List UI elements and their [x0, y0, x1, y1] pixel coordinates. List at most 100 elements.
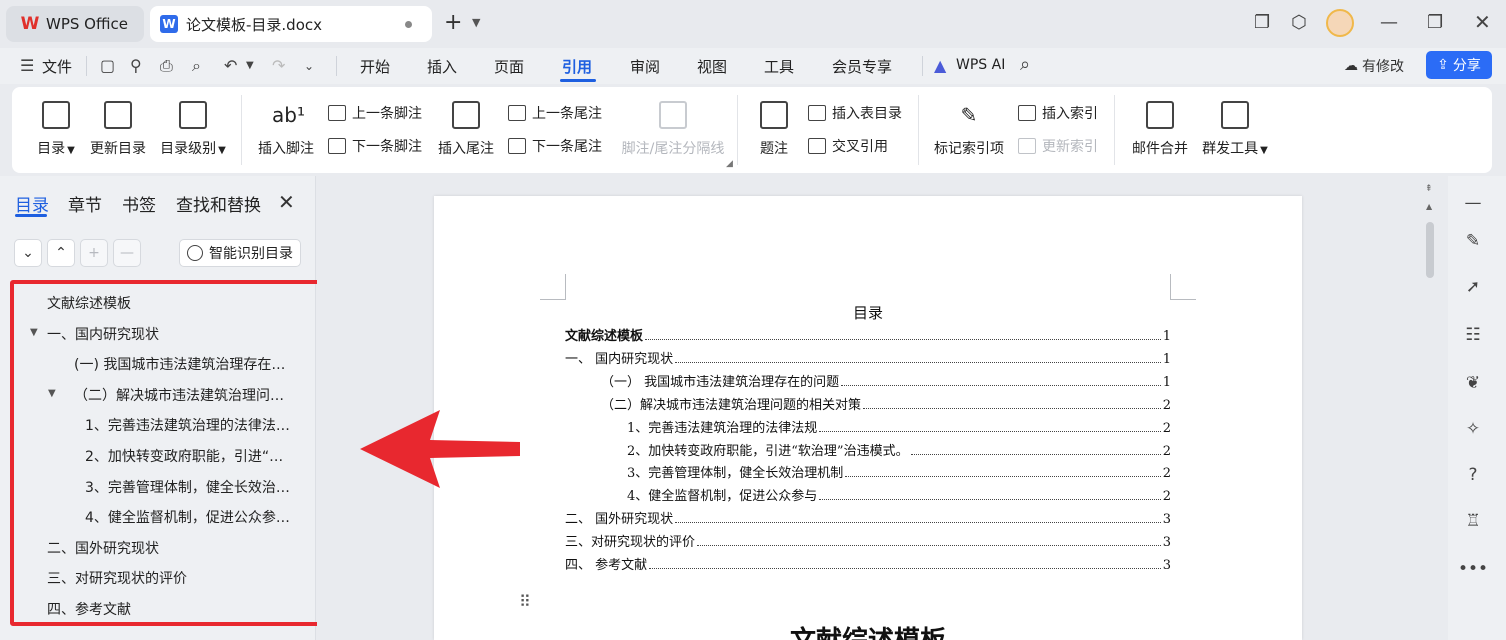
restore-icon[interactable]: ❐: [1427, 12, 1443, 33]
scroll-top-icon[interactable]: ⇞: [1425, 184, 1433, 194]
print-icon[interactable]: ⎙: [160, 56, 173, 76]
menu-file[interactable]: 文件: [42, 56, 72, 77]
outline-item[interactable]: 二、国外研究现状: [47, 538, 297, 558]
expand-chevron-up-icon[interactable]: ⌃: [47, 239, 75, 267]
magic-tools-icon[interactable]: ✧: [1462, 418, 1484, 440]
redo-icon[interactable]: ↷: [272, 56, 285, 75]
outline-item[interactable]: 文献综述模板: [47, 293, 297, 313]
outline-item[interactable]: 3、完善管理体制，健全长效治…: [85, 477, 296, 497]
toc-entry[interactable]: 文献综述模板 1: [565, 324, 1171, 344]
insert-index-button[interactable]: 插入索引: [1018, 102, 1098, 124]
next-footnote-button[interactable]: 下一条脚注: [328, 135, 422, 157]
tab-references[interactable]: 引用: [562, 56, 592, 77]
add-heading-plus-icon[interactable]: +: [80, 239, 108, 267]
close-window-icon[interactable]: ✕: [1474, 10, 1491, 34]
window-layout-icon[interactable]: ❐: [1254, 12, 1270, 33]
vertical-scrollbar[interactable]: ⇞ ▲: [1424, 182, 1436, 640]
toc-entry[interactable]: 一、 国内研究现状 1: [565, 347, 1171, 367]
more-icon[interactable]: •••: [1458, 558, 1488, 580]
toc-entry[interactable]: 1、完善违法建筑治理的法律法规 2: [565, 416, 1171, 436]
tab-insert[interactable]: 插入: [427, 56, 457, 77]
avatar[interactable]: [1326, 9, 1354, 37]
tab-tools[interactable]: 工具: [764, 56, 794, 77]
pen-icon[interactable]: ✎: [1462, 230, 1484, 252]
update-toc-button[interactable]: 更新目录: [88, 87, 148, 173]
outline-item[interactable]: 1、完善违法建筑治理的法律法…: [85, 415, 296, 435]
toc-entry[interactable]: 4、健全监督机制，促进公众参与 2: [565, 484, 1171, 504]
tab-view[interactable]: 视图: [697, 56, 727, 77]
prev-footnote-button[interactable]: 上一条脚注: [328, 102, 422, 124]
toc-entry[interactable]: 二、 国外研究现状 3: [565, 507, 1171, 527]
outline-item[interactable]: 三、对研究现状的评价: [47, 568, 297, 588]
outline-item[interactable]: 一、国内研究现状: [47, 324, 297, 344]
scroll-up-arrow-icon[interactable]: ▲: [1426, 202, 1432, 211]
pointer-select-icon[interactable]: ➚: [1462, 276, 1484, 298]
expand-triangle-icon[interactable]: ▼: [48, 388, 56, 399]
toc-entry[interactable]: 四、 参考文献 3: [565, 553, 1171, 573]
tab-page[interactable]: 页面: [494, 56, 524, 77]
update-index-button[interactable]: 更新索引: [1018, 135, 1098, 157]
hamburger-menu-icon[interactable]: ☰: [20, 56, 34, 75]
outline-item[interactable]: (一) 我国城市违法建筑治理存在…: [74, 354, 296, 374]
tab-home[interactable]: 开始: [360, 56, 390, 77]
tab-member[interactable]: 会员专享: [832, 56, 892, 77]
unsaved-dot-icon[interactable]: [405, 21, 412, 28]
wps-ai-button[interactable]: WPS AI: [956, 57, 1005, 73]
remove-heading-minus-icon[interactable]: —: [113, 239, 141, 267]
nav-tab-sections[interactable]: 章节: [68, 191, 102, 216]
insert-endnote-button[interactable]: 插入尾注: [436, 87, 496, 173]
toc-entry[interactable]: （一） 我国城市违法建筑治理存在的问题 1: [565, 370, 1171, 390]
wps-ai-icon[interactable]: ▲: [934, 56, 946, 75]
expand-triangle-icon[interactable]: ▼: [30, 327, 38, 338]
save-icon[interactable]: ▢: [100, 56, 115, 75]
new-tab-plus-icon[interactable]: +: [444, 12, 462, 34]
toc-level-button[interactable]: 目录级别 ▼: [158, 87, 228, 173]
undo-icon[interactable]: ↶: [224, 56, 237, 75]
modify-status-button[interactable]: ☁ 有修改: [1344, 53, 1404, 79]
nav-tab-toc[interactable]: 目录: [15, 191, 49, 216]
help-icon[interactable]: ?: [1462, 464, 1484, 486]
mass-send-button[interactable]: 群发工具 ▼: [1200, 87, 1270, 173]
tab-review[interactable]: 审阅: [630, 56, 660, 77]
quick-access-chevron-down-icon[interactable]: ⌄: [304, 59, 314, 73]
mail-merge-button[interactable]: 邮件合并: [1130, 87, 1190, 173]
nav-tab-bookmarks[interactable]: 书签: [122, 191, 156, 216]
cross-reference-button[interactable]: 交叉引用: [808, 135, 888, 157]
nav-tab-find-replace[interactable]: 查找和替换: [176, 191, 261, 216]
outline-item[interactable]: 2、加快转变政府职能，引进“…: [85, 446, 296, 466]
toc-entry[interactable]: （二）解决城市违法建筑治理问题的相关对策 2: [565, 393, 1171, 413]
scrollbar-thumb[interactable]: [1426, 222, 1434, 278]
next-endnote-button[interactable]: 下一条尾注: [508, 135, 602, 157]
share-button[interactable]: ⇪ 分享: [1426, 51, 1492, 79]
toc-button[interactable]: 目录 ▼: [34, 87, 78, 173]
sliders-icon[interactable]: ☷: [1462, 324, 1484, 346]
search-icon[interactable]: ⌕: [1020, 54, 1030, 75]
outline-item[interactable]: 四、参考文献: [47, 599, 297, 619]
tab-wps-office[interactable]: W WPS Office: [6, 6, 144, 42]
collapse-all-chevron-down-icon[interactable]: ⌄: [14, 239, 42, 267]
smart-toc-button[interactable]: 智能识别目录: [179, 239, 301, 267]
new-tab-chevron-down-icon[interactable]: ▼: [472, 16, 480, 29]
print-preview-icon[interactable]: ⌕: [192, 56, 201, 76]
drag-handle-icon[interactable]: ⠿: [519, 594, 532, 610]
shirt-icon[interactable]: ♖: [1462, 510, 1484, 532]
outline-item[interactable]: （二）解决城市违法建筑治理问…: [74, 385, 296, 405]
mark-index-button[interactable]: ✎ 标记索引项: [932, 87, 1006, 173]
toc-entry[interactable]: 3、完善管理体制，健全长效治理机制 2: [565, 461, 1171, 481]
dialog-launcher-icon[interactable]: ◢: [726, 159, 733, 169]
collapse-rail-minus-icon[interactable]: —: [1462, 192, 1484, 214]
tab-document[interactable]: W 论文模板-目录.docx: [150, 6, 432, 42]
footnote-separator-button[interactable]: 脚注/尾注分隔线: [618, 87, 728, 173]
outline-item[interactable]: 4、健全监督机制，促进公众参…: [85, 507, 296, 527]
insert-table-of-figures-button[interactable]: 插入表目录: [808, 102, 902, 124]
close-icon[interactable]: ✕: [278, 190, 295, 214]
document-page[interactable]: 目录 文献综述模板 1 一、 国内研究现状 1 （一） 我国城市违法建筑治理存在的问…: [434, 196, 1302, 640]
leaf-icon[interactable]: ❦: [1462, 372, 1484, 394]
toc-entry[interactable]: 三、对研究现状的评价 3: [565, 530, 1171, 550]
undo-chevron-down-icon[interactable]: ▼: [246, 60, 254, 71]
insert-footnote-button[interactable]: ab¹ 插入脚注: [256, 87, 316, 173]
cube-icon[interactable]: ⬡: [1291, 12, 1307, 33]
link-icon[interactable]: ⚲: [130, 56, 142, 75]
caption-button[interactable]: 题注: [756, 87, 792, 173]
toc-entry[interactable]: 2、加快转变政府职能，引进“软治理”治违模式。 2: [565, 439, 1171, 459]
